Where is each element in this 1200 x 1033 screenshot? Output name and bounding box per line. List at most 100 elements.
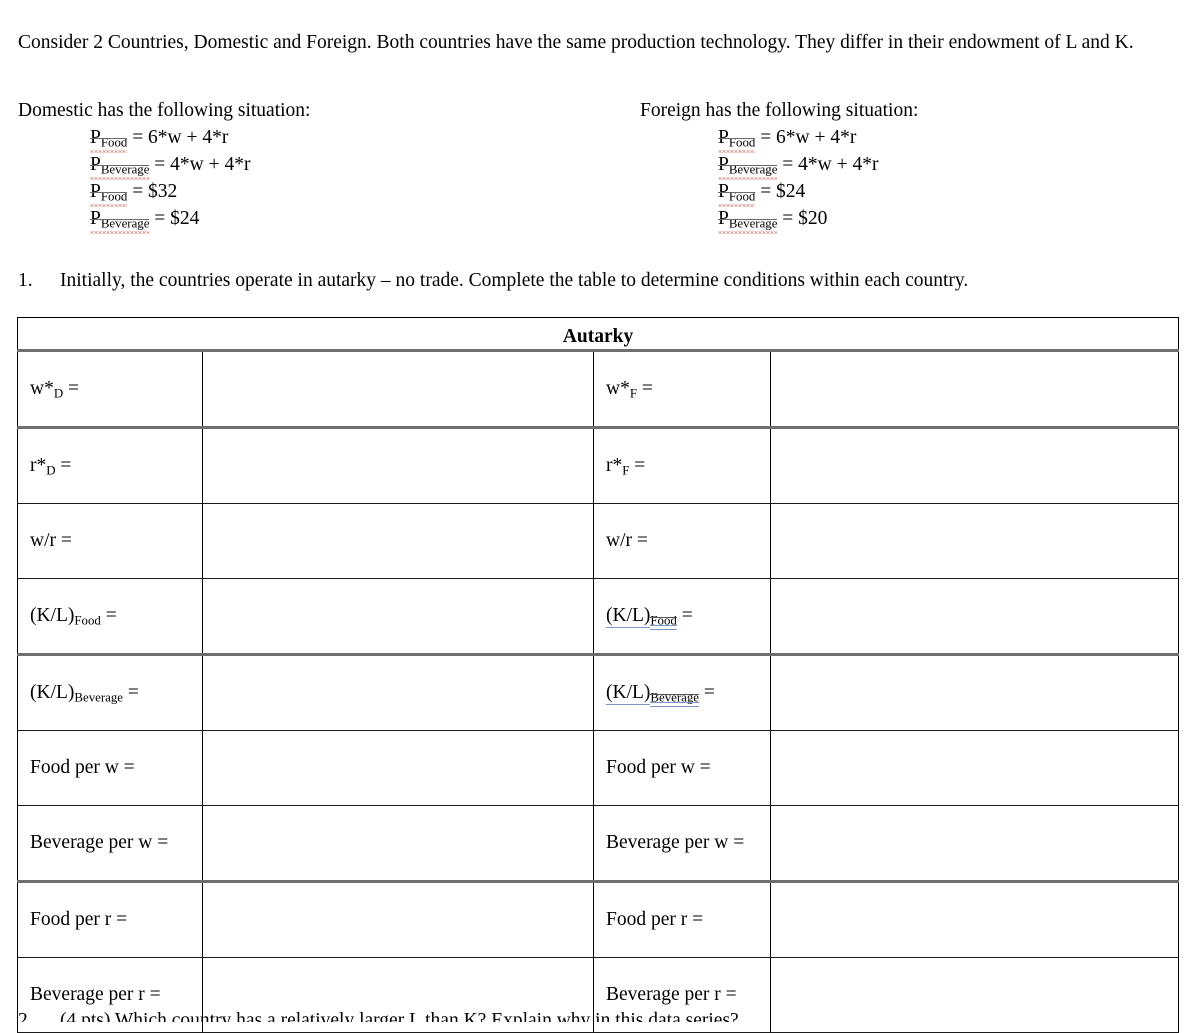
foreign-label-cell: (K/L)Food = (593, 578, 771, 656)
row-label: Food per r = (606, 909, 703, 930)
foreign-answer-cell[interactable] (769, 730, 1180, 806)
table-row: (K/L)Beverage = (K/L)Beverage = (17, 654, 1180, 731)
domestic-answer-cell[interactable] (202, 881, 594, 958)
label-base: Food per w (606, 757, 695, 778)
foreign-answer-cell[interactable] (769, 427, 1180, 504)
equation-symbol: P (718, 127, 729, 148)
label-base: r* (30, 455, 47, 476)
label-tail: = (55, 455, 72, 476)
foreign-answer-cell[interactable] (769, 350, 1180, 429)
equation-item: PBeverage = 4*w + 4*r (90, 151, 310, 180)
label-base: Food per r (30, 909, 112, 930)
table-row: r*D = r*F = (17, 427, 1180, 504)
row-label: Beverage per r = (30, 984, 161, 1005)
label-base: r* (606, 455, 623, 476)
equation-subscript: Food (100, 189, 128, 204)
domestic-answer-cell[interactable] (202, 578, 594, 656)
grammar-span: Beverage (650, 682, 699, 707)
spellcheck-span: PFood (90, 178, 128, 207)
label-base: Beverage per r (30, 984, 145, 1005)
label-base: Beverage per w (30, 832, 153, 853)
row-label: Beverage per w = (606, 832, 744, 853)
foreign-answer-cell[interactable] (769, 578, 1180, 656)
label-subscript: D (53, 386, 64, 401)
spellcheck-span: PFood (718, 178, 756, 207)
label-base: Food per r (606, 909, 688, 930)
label-tail: = (676, 605, 693, 626)
domestic-answer-cell[interactable] (202, 427, 594, 504)
label-tail: = (152, 832, 169, 853)
label-base: Beverage per r (606, 984, 721, 1005)
foreign-label-cell: (K/L)Beverage = (593, 654, 771, 731)
spellcheck-span: PBeverage (718, 151, 778, 180)
equation-subscript: Beverage (100, 216, 150, 231)
label-tail: = (63, 378, 80, 399)
label-tail: = (629, 455, 646, 476)
question-1-number: 1. (18, 270, 33, 291)
table-header-row: Autarky (16, 317, 1180, 352)
label-tail: = (637, 378, 653, 399)
foreign-answer-cell[interactable] (769, 881, 1180, 958)
equation-rhs: = $24 (760, 181, 806, 202)
domestic-answer-cell[interactable] (202, 805, 594, 883)
label-subscript: Food (650, 613, 677, 628)
foreign-label-cell: r*F = (593, 427, 771, 504)
domestic-answer-cell[interactable] (202, 654, 594, 731)
equation-rhs: = 6*w + 4*r (132, 127, 229, 148)
equation-symbol: P (90, 154, 101, 175)
foreign-label-cell: w*F = (593, 350, 771, 429)
label-tail: = (720, 984, 737, 1005)
equation-rhs: = $32 (132, 181, 178, 202)
equation-symbol: P (718, 154, 729, 175)
question-1: 1. Initially, the countries operate in au… (18, 268, 968, 294)
foreign-label-cell: Food per w = (593, 730, 771, 806)
domestic-equation-list: PFood = 6*w + 4*r PBeverage = 4*w + 4*r … (90, 124, 310, 234)
row-label: (K/L)Food = (606, 605, 693, 630)
domestic-answer-cell[interactable] (202, 503, 594, 579)
label-tail: = (698, 682, 715, 703)
equation-subscript: Beverage (100, 162, 150, 177)
label-subscript: Food (74, 613, 101, 628)
label-base: (K/L) (606, 682, 651, 703)
foreign-answer-cell[interactable] (769, 503, 1180, 579)
row-label: (K/L)Beverage = (606, 682, 715, 707)
label-tail: = (56, 530, 72, 551)
label-base: w/r (606, 530, 632, 551)
equation-rhs: = 6*w + 4*r (760, 127, 857, 148)
question-1-text: Initially, the countries operate in auta… (60, 270, 969, 291)
equation-symbol: P (90, 181, 101, 202)
domestic-answer-cell[interactable] (202, 730, 594, 806)
row-label: Beverage per w = (30, 832, 168, 853)
foreign-answer-cell[interactable] (769, 805, 1180, 883)
autarky-table-container: Autarky w*D = w*F = r*D = r*F = w/r = w/… (16, 317, 1180, 1033)
equation-symbol: P (718, 181, 729, 202)
spellcheck-span: PBeverage (718, 205, 778, 234)
equation-item: PFood = $32 (90, 178, 310, 207)
equation-rhs: = 4*w + 4*r (154, 154, 251, 175)
label-tail: = (100, 605, 117, 626)
grammar-span: (K/L) (606, 605, 651, 628)
equation-symbol: P (718, 208, 729, 229)
table-title-cell: Autarky (16, 317, 1180, 352)
equation-subscript: Beverage (728, 162, 778, 177)
equation-item: PFood = 6*w + 4*r (718, 124, 918, 153)
grammar-span: Food (650, 605, 678, 630)
domestic-answer-cell[interactable] (202, 350, 594, 429)
domestic-label-cell: Food per w = (17, 730, 203, 806)
foreign-answer-cell[interactable] (769, 654, 1180, 731)
label-subscript: Beverage (650, 690, 699, 705)
equation-item: PBeverage = 4*w + 4*r (718, 151, 918, 180)
row-label: (K/L)Beverage = (30, 682, 139, 704)
equation-rhs: = $24 (154, 208, 200, 229)
row-label: w*F = (606, 378, 653, 400)
label-base: w/r (30, 530, 56, 551)
domestic-label-cell: (K/L)Food = (17, 578, 203, 656)
domestic-label-cell: Beverage per w = (17, 805, 203, 883)
label-base: w* (606, 378, 630, 399)
domestic-heading: Domestic has the following situation: (18, 100, 311, 121)
row-label: r*F = (606, 455, 646, 477)
spellcheck-span: PFood (718, 124, 756, 153)
label-tail: = (118, 757, 135, 778)
spellcheck-span: PBeverage (90, 151, 150, 180)
row-label: (K/L)Food = (30, 605, 117, 628)
